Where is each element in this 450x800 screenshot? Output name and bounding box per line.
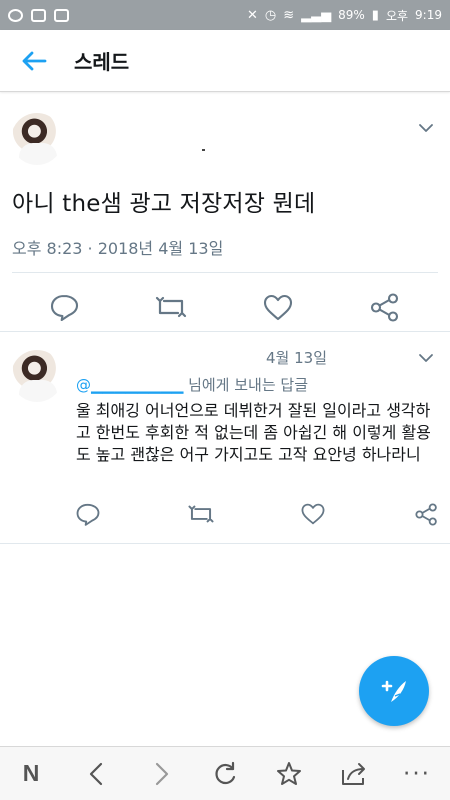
browser-back-button[interactable] [76, 754, 116, 794]
app-icon [8, 8, 23, 22]
tweet-timestamp: 오후 8:23 · 2018년 4월 13일 [12, 239, 224, 258]
retweet-icon [155, 296, 187, 318]
back-arrow-icon [22, 51, 47, 70]
avatar[interactable] [11, 113, 63, 165]
mute-icon: ✕ [246, 7, 258, 23]
reply-avatar[interactable] [11, 350, 63, 402]
main-tweet: 아니 the샘 광고 저장저장 뭔데 오후 8:23 · 2018년 4월 13… [0, 92, 450, 332]
retweet-button[interactable] [154, 290, 188, 324]
share-page-icon [342, 763, 365, 785]
refresh-button[interactable] [205, 754, 245, 794]
browser-toolbar: N ··· [0, 746, 450, 800]
reply-tweet[interactable]: 4월 13일 @▁▁▁▁▁▁▁▁ 님에게 보내는 답글 울 최애깅 어너언으로 … [0, 332, 450, 544]
wifi-icon: ≋ [283, 7, 295, 23]
reply-name-redacted [76, 347, 256, 367]
battery-percent: 89% [338, 8, 365, 22]
signal-icon: ▂▃▅ [301, 7, 332, 23]
reply-icon [50, 294, 78, 321]
reply-date: 4월 13일 [266, 349, 327, 367]
reply-like-button[interactable] [297, 498, 329, 530]
gallery-icon [54, 8, 69, 22]
more-button[interactable]: ··· [397, 754, 437, 794]
bookmark-button[interactable] [269, 754, 309, 794]
reply-to-link[interactable]: @▁▁▁▁▁▁▁▁ [76, 376, 188, 394]
chevron-down-icon[interactable] [418, 350, 434, 366]
action-divider [12, 272, 438, 273]
reply-text: 울 최애깅 어너언으로 데뷔한거 잘된 일이라고 생각하고 한번도 후회한 적 … [76, 401, 431, 464]
share-icon [370, 292, 399, 322]
refresh-icon [215, 761, 236, 784]
page-title: 스레드 [74, 50, 130, 74]
app-header: 스레드 [0, 30, 450, 92]
reply-prefix: 님에게 보내는 답글 [188, 376, 308, 394]
redaction-mark [202, 149, 205, 151]
heart-icon [263, 294, 293, 320]
reply-icon [76, 503, 100, 526]
clock: 9:19 [415, 8, 442, 22]
tweet-text: 아니 the샘 광고 저장저장 뭔데 [12, 191, 316, 217]
back-button[interactable] [15, 42, 53, 80]
browser-forward-button[interactable] [142, 754, 182, 794]
sync-icon [31, 8, 46, 22]
status-bar: ✕ ◷ ≋ ▂▃▅ 89% ▮ 오후 9:19 [0, 0, 450, 30]
compose-icon [381, 680, 406, 702]
reply-reply-button[interactable] [72, 498, 104, 530]
reply-button[interactable] [47, 290, 81, 324]
alarm-icon: ◷ [264, 7, 277, 23]
chevron-down-icon[interactable] [418, 120, 434, 136]
star-icon [277, 761, 301, 785]
share-button[interactable] [368, 290, 402, 324]
compose-button[interactable] [359, 656, 429, 726]
naver-logo[interactable]: N [11, 754, 51, 794]
back-icon [89, 762, 103, 785]
time-period: 오후 [385, 8, 409, 23]
forward-icon [155, 762, 169, 785]
like-button[interactable] [261, 290, 295, 324]
reply-context: @▁▁▁▁▁▁▁▁ 님에게 보내는 답글 [76, 374, 308, 395]
battery-icon: ▮ [371, 7, 379, 23]
retweet-icon [188, 505, 214, 523]
share-icon [414, 502, 437, 526]
reply-retweet-button[interactable] [185, 498, 217, 530]
heart-icon [301, 503, 325, 525]
name-redaction [75, 134, 205, 152]
reply-share-button[interactable] [410, 498, 442, 530]
share-page-button[interactable] [334, 754, 374, 794]
